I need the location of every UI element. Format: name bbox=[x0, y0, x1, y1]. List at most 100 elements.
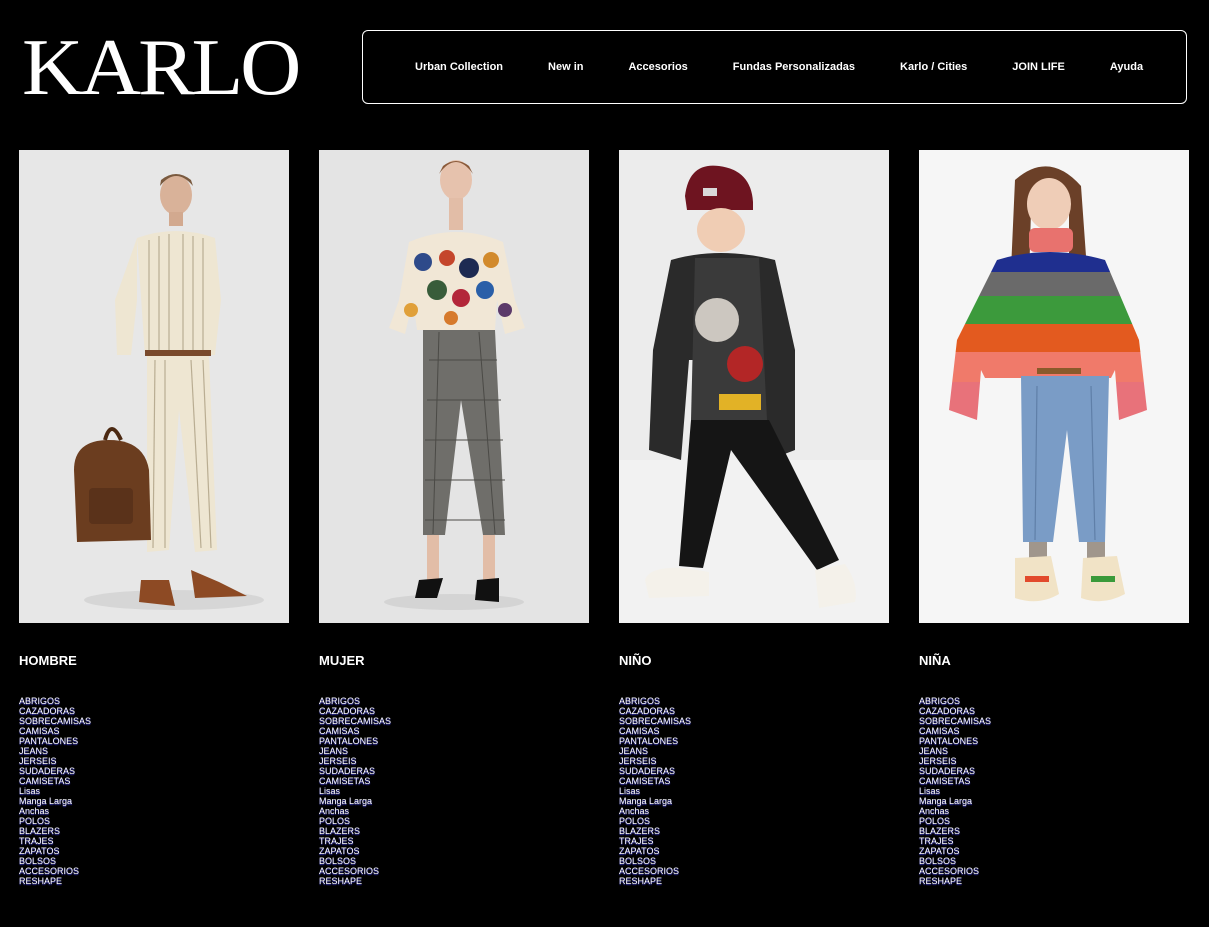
category-link[interactable]: SOBRECAMISAS bbox=[619, 716, 691, 726]
model-woman-image bbox=[319, 150, 589, 623]
category-link[interactable]: CAMISETAS bbox=[19, 776, 91, 786]
category-links-nino: ABRIGOS CAZADORAS SOBRECAMISAS CAMISAS PANTA… bbox=[619, 696, 691, 886]
category-link[interactable]: SUDADERAS bbox=[19, 766, 91, 776]
category-link[interactable]: CAMISAS bbox=[19, 726, 91, 736]
category-link[interactable]: PANTALONES bbox=[919, 736, 991, 746]
category-mujer: MUJER ABRIGOS CAZADORAS SOBRECAMISAS CAMISA… bbox=[319, 150, 589, 886]
category-link[interactable]: CAZADORAS bbox=[619, 706, 691, 716]
category-link[interactable]: JERSEIS bbox=[19, 756, 91, 766]
category-link[interactable]: Anchas bbox=[919, 806, 991, 816]
category-link[interactable]: CAMISAS bbox=[919, 726, 991, 736]
nav-item-urban-collection[interactable]: Urban Collection bbox=[415, 61, 503, 73]
brand-logo[interactable]: KARLO bbox=[22, 28, 301, 108]
category-link[interactable]: Anchas bbox=[19, 806, 91, 816]
category-link[interactable]: BOLSOS bbox=[319, 856, 391, 866]
category-link[interactable]: CAMISAS bbox=[319, 726, 391, 736]
category-link[interactable]: ZAPATOS bbox=[319, 846, 391, 856]
nav-item-karlo-cities[interactable]: Karlo / Cities bbox=[900, 61, 967, 73]
nav-item-ayuda[interactable]: Ayuda bbox=[1110, 61, 1143, 73]
category-link[interactable]: RESHAPE bbox=[919, 876, 991, 886]
category-link[interactable]: ABRIGOS bbox=[919, 696, 991, 706]
category-link[interactable]: CAMISETAS bbox=[319, 776, 391, 786]
category-link[interactable]: JEANS bbox=[19, 746, 91, 756]
nav-item-fundas-personalizadas[interactable]: Fundas Personalizadas bbox=[733, 61, 855, 73]
category-link[interactable]: JERSEIS bbox=[619, 756, 691, 766]
category-link[interactable]: JEANS bbox=[919, 746, 991, 756]
category-link[interactable]: ZAPATOS bbox=[19, 846, 91, 856]
category-link[interactable]: CAMISAS bbox=[619, 726, 691, 736]
category-link[interactable]: RESHAPE bbox=[19, 876, 91, 886]
category-link[interactable]: JEANS bbox=[619, 746, 691, 756]
category-link[interactable]: BOLSOS bbox=[919, 856, 991, 866]
category-link[interactable]: BLAZERS bbox=[19, 826, 91, 836]
category-link[interactable]: JERSEIS bbox=[319, 756, 391, 766]
category-link[interactable]: PANTALONES bbox=[319, 736, 391, 746]
category-link[interactable]: Lisas bbox=[919, 786, 991, 796]
category-link[interactable]: POLOS bbox=[319, 816, 391, 826]
category-photo-mujer[interactable] bbox=[319, 150, 589, 623]
model-girl-image bbox=[919, 150, 1189, 623]
category-photo-hombre[interactable] bbox=[19, 150, 289, 623]
category-title-nina[interactable]: NIÑA bbox=[919, 653, 951, 668]
category-link[interactable]: TRAJES bbox=[919, 836, 991, 846]
category-link[interactable]: POLOS bbox=[919, 816, 991, 826]
category-title-mujer[interactable]: MUJER bbox=[319, 653, 365, 668]
model-man-image bbox=[19, 150, 289, 623]
category-link[interactable]: BOLSOS bbox=[19, 856, 91, 866]
category-link[interactable]: ABRIGOS bbox=[619, 696, 691, 706]
category-link[interactable]: Anchas bbox=[619, 806, 691, 816]
category-link[interactable]: Anchas bbox=[319, 806, 391, 816]
category-link[interactable]: POLOS bbox=[19, 816, 91, 826]
category-photo-nino[interactable] bbox=[619, 150, 889, 623]
category-link[interactable]: ZAPATOS bbox=[619, 846, 691, 856]
category-link[interactable]: RESHAPE bbox=[619, 876, 691, 886]
nav-item-accesorios[interactable]: Accesorios bbox=[628, 61, 687, 73]
category-links-hombre: ABRIGOS CAZADORAS SOBRECAMISAS CAMISAS PANTA… bbox=[19, 696, 91, 886]
category-link[interactable]: ABRIGOS bbox=[19, 696, 91, 706]
category-link[interactable]: POLOS bbox=[619, 816, 691, 826]
category-link[interactable]: TRAJES bbox=[19, 836, 91, 846]
category-link[interactable]: Manga Larga bbox=[919, 796, 991, 806]
nav-item-new-in[interactable]: New in bbox=[548, 61, 583, 73]
category-link[interactable]: ZAPATOS bbox=[919, 846, 991, 856]
category-link[interactable]: ACCESORIOS bbox=[619, 866, 691, 876]
category-link[interactable]: ACCESORIOS bbox=[919, 866, 991, 876]
category-link[interactable]: CAMISETAS bbox=[919, 776, 991, 786]
category-link[interactable]: SOBRECAMISAS bbox=[19, 716, 91, 726]
category-link[interactable]: Manga Larga bbox=[19, 796, 91, 806]
category-link[interactable]: JERSEIS bbox=[919, 756, 991, 766]
category-link[interactable]: ABRIGOS bbox=[319, 696, 391, 706]
main-nav: Urban Collection New in Accesorios Funda… bbox=[362, 30, 1187, 104]
nav-item-join-life[interactable]: JOIN LIFE bbox=[1012, 61, 1065, 73]
category-nino: NIÑO ABRIGOS CAZADORAS SOBRECAMISAS CAMISAS… bbox=[619, 150, 889, 886]
category-link[interactable]: ACCESORIOS bbox=[319, 866, 391, 876]
category-link[interactable]: SOBRECAMISAS bbox=[919, 716, 991, 726]
category-link[interactable]: CAZADORAS bbox=[19, 706, 91, 716]
category-link[interactable]: BOLSOS bbox=[619, 856, 691, 866]
category-link[interactable]: BLAZERS bbox=[919, 826, 991, 836]
category-link[interactable]: SOBRECAMISAS bbox=[319, 716, 391, 726]
category-link[interactable]: BLAZERS bbox=[319, 826, 391, 836]
category-link[interactable]: CAMISETAS bbox=[619, 776, 691, 786]
category-link[interactable]: JEANS bbox=[319, 746, 391, 756]
category-link[interactable]: PANTALONES bbox=[19, 736, 91, 746]
category-link[interactable]: SUDADERAS bbox=[619, 766, 691, 776]
category-link[interactable]: BLAZERS bbox=[619, 826, 691, 836]
category-link[interactable]: Manga Larga bbox=[619, 796, 691, 806]
category-link[interactable]: CAZADORAS bbox=[319, 706, 391, 716]
category-link[interactable]: ACCESORIOS bbox=[19, 866, 91, 876]
category-link[interactable]: PANTALONES bbox=[619, 736, 691, 746]
category-link[interactable]: CAZADORAS bbox=[919, 706, 991, 716]
category-link[interactable]: Lisas bbox=[19, 786, 91, 796]
category-link[interactable]: SUDADERAS bbox=[319, 766, 391, 776]
category-link[interactable]: Lisas bbox=[619, 786, 691, 796]
category-link[interactable]: TRAJES bbox=[619, 836, 691, 846]
category-title-hombre[interactable]: HOMBRE bbox=[19, 653, 77, 668]
category-link[interactable]: TRAJES bbox=[319, 836, 391, 846]
category-photo-nina[interactable] bbox=[919, 150, 1189, 623]
category-link[interactable]: SUDADERAS bbox=[919, 766, 991, 776]
category-link[interactable]: RESHAPE bbox=[319, 876, 391, 886]
category-link[interactable]: Lisas bbox=[319, 786, 391, 796]
category-title-nino[interactable]: NIÑO bbox=[619, 653, 652, 668]
category-link[interactable]: Manga Larga bbox=[319, 796, 391, 806]
